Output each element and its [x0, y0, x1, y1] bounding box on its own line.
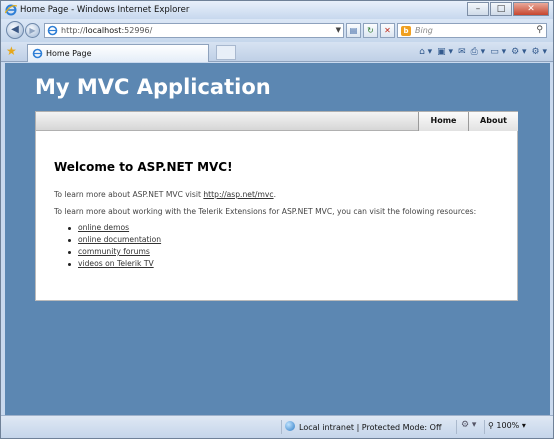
list-item: online demos [66, 223, 161, 235]
status-divider [484, 420, 485, 434]
site-menu: Home About [35, 111, 518, 131]
compatibility-icon: ▤ [349, 26, 358, 35]
tab-label: Home Page [46, 49, 92, 58]
favorites-star-icon[interactable]: ★ [6, 44, 17, 58]
page-menu-icon[interactable]: ▭ ▾ [490, 45, 506, 59]
main-content: Welcome to ASP.NET MVC! To learn more ab… [35, 131, 518, 301]
list-item: online documentation [66, 235, 161, 247]
list-item: videos on Telerik TV [66, 259, 161, 271]
compatibility-view-button[interactable]: ▤ [346, 23, 361, 38]
online-demos-link[interactable]: online demos [78, 223, 129, 232]
address-bar[interactable]: http://localhost:52996/ ▼ [44, 23, 344, 38]
site-title: My MVC Application [35, 75, 271, 99]
url-host: localhost [85, 26, 122, 35]
intro-paragraph: To learn more about ASP.NET MVC visit ht… [54, 190, 276, 199]
mail-icon[interactable]: ✉ [458, 45, 466, 59]
intranet-globe-icon [285, 421, 295, 431]
intro-text: To learn more about ASP.NET MVC visit [54, 190, 204, 199]
zoom-level[interactable]: ⚲ 100% ▾ [488, 421, 526, 430]
addons-icon[interactable]: ⚙ ▾ [461, 420, 476, 430]
zone-label: Local intranet | Protected Mode: Off [299, 423, 442, 432]
address-url: http://localhost:52996/ [61, 26, 152, 35]
home-icon[interactable]: ⌂ ▾ [419, 45, 432, 59]
tools-menu-icon[interactable]: ⚙ ▾ [532, 45, 547, 59]
resources-paragraph: To learn more about working with the Tel… [54, 207, 477, 216]
tab-home-page[interactable]: Home Page [27, 44, 209, 62]
refresh-icon: ↻ [367, 26, 374, 35]
address-dropdown-icon[interactable]: ▼ [336, 26, 341, 34]
menu-item-about[interactable]: About [468, 112, 518, 131]
command-bar: ⌂ ▾ ▣ ▾ ✉ ⎙ ▾ ▭ ▾ ⚙ ▾ ⚙ ▾ [419, 45, 547, 59]
close-button[interactable]: ✕ [513, 2, 549, 16]
back-button[interactable]: ◀ [6, 21, 24, 39]
internet-explorer-icon [5, 4, 17, 16]
maximize-button[interactable]: □ [490, 2, 512, 16]
page-icon [47, 25, 58, 36]
url-scheme: http:// [61, 26, 86, 35]
minimize-button[interactable]: – [467, 2, 489, 16]
window-title: Home Page - Windows Internet Explorer [20, 5, 190, 15]
tab-page-icon [32, 48, 43, 59]
stop-icon: ✕ [384, 26, 391, 35]
window-controls: – □ ✕ [467, 2, 549, 17]
menu-item-home[interactable]: Home [418, 112, 468, 131]
address-toolbar: ◀ ▶ http://localhost:52996/ ▼ ▤ ↻ ✕ b Bi… [1, 19, 553, 42]
bing-icon: b [401, 26, 411, 36]
security-zone[interactable]: Local intranet | Protected Mode: Off [285, 421, 441, 432]
stop-button[interactable]: ✕ [380, 23, 395, 38]
status-bar: Local intranet | Protected Mode: Off ⚙ ▾… [1, 415, 553, 438]
feeds-icon[interactable]: ▣ ▾ [437, 45, 453, 59]
title-bar: Home Page - Windows Internet Explorer – … [1, 1, 553, 19]
tab-bar: ★ Home Page ⌂ ▾ ▣ ▾ ✉ ⎙ ▾ ▭ ▾ ⚙ ▾ ⚙ ▾ [1, 42, 553, 62]
forward-button[interactable]: ▶ [25, 23, 40, 38]
community-forums-link[interactable]: community forums [78, 247, 150, 256]
url-port: :52996/ [121, 26, 153, 35]
back-arrow-icon: ◀ [11, 24, 19, 35]
intro-period: . [273, 190, 276, 199]
refresh-button[interactable]: ↻ [363, 23, 378, 38]
search-placeholder: Bing [415, 26, 433, 35]
status-divider [456, 420, 457, 434]
print-icon[interactable]: ⎙ ▾ [471, 45, 486, 59]
safety-menu-icon[interactable]: ⚙ ▾ [511, 45, 526, 59]
zoom-value: 100% [496, 421, 520, 430]
asp-net-mvc-link[interactable]: http://asp.net/mvc [203, 190, 273, 199]
list-item: community forums [66, 247, 161, 259]
page-viewport: My MVC Application Home About Welcome to… [5, 63, 550, 415]
search-icon[interactable]: ⚲ [536, 25, 543, 35]
browser-window: Home Page - Windows Internet Explorer – … [0, 0, 554, 439]
online-documentation-link[interactable]: online documentation [78, 235, 161, 244]
status-divider [281, 420, 282, 434]
new-tab-button[interactable] [216, 45, 236, 60]
forward-arrow-icon: ▶ [29, 26, 36, 35]
resources-list: online demos online documentation commun… [66, 223, 161, 271]
page-heading: Welcome to ASP.NET MVC! [54, 160, 233, 174]
telerik-tv-link[interactable]: videos on Telerik TV [78, 259, 154, 268]
search-box[interactable]: b Bing ⚲ [397, 23, 547, 38]
